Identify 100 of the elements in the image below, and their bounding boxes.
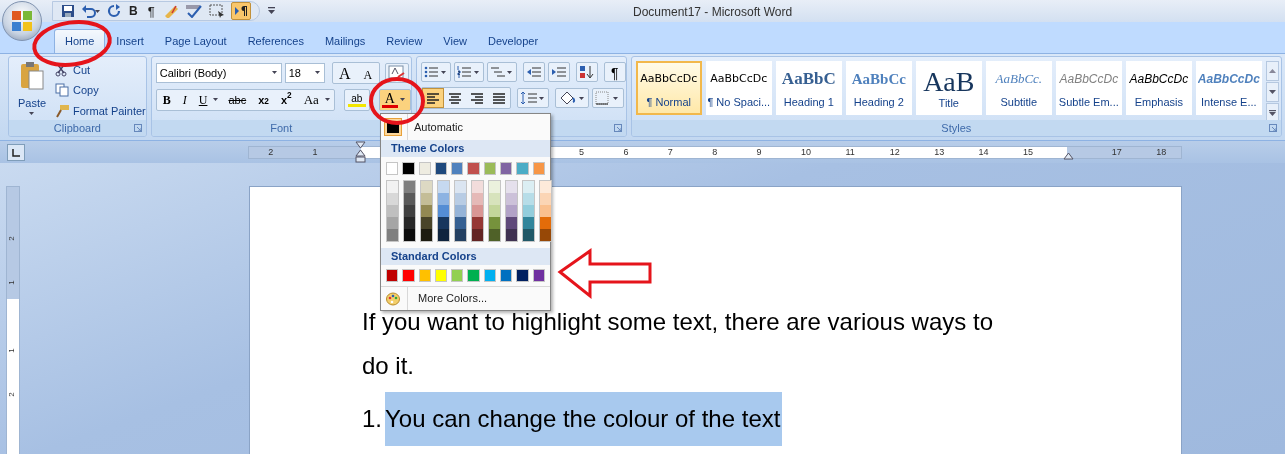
scroll-down-icon[interactable] — [1268, 90, 1276, 94]
color-swatch[interactable] — [455, 193, 466, 205]
select-icon[interactable] — [208, 4, 225, 18]
color-swatch[interactable] — [500, 162, 513, 175]
palette-icon[interactable] — [386, 291, 400, 306]
style-gallery-item[interactable]: AaBbCc Heading 2 — [845, 61, 912, 115]
color-swatch[interactable] — [506, 193, 517, 205]
paste-button[interactable]: Paste — [13, 59, 51, 120]
text-highlight-button[interactable]: ab — [343, 89, 370, 111]
right-indent-marker-icon[interactable] — [1063, 152, 1074, 160]
color-swatch[interactable] — [438, 193, 449, 205]
color-swatch[interactable] — [387, 193, 398, 205]
color-swatch[interactable] — [540, 217, 551, 229]
style-gallery-item[interactable]: AaBbCc. Subtitle — [985, 61, 1052, 115]
dialog-launcher-icon[interactable] — [1268, 124, 1277, 132]
font-size-field[interactable]: 18 — [284, 63, 325, 83]
color-swatch[interactable] — [489, 181, 500, 193]
color-swatch[interactable] — [387, 181, 398, 193]
style-gallery-item[interactable]: AaBbC Heading 1 — [775, 61, 842, 115]
paragraph-mark-button[interactable]: ¶ — [145, 4, 157, 18]
office-logo-icon[interactable] — [11, 10, 33, 32]
strikethrough-button[interactable]: abc — [222, 90, 253, 110]
color-swatch[interactable] — [421, 181, 432, 193]
color-swatch[interactable] — [455, 229, 466, 241]
more-styles-button[interactable] — [1265, 103, 1279, 120]
spell-check-icon[interactable] — [184, 4, 203, 18]
color-swatch[interactable] — [386, 162, 399, 175]
indent-marker-icon[interactable] — [355, 141, 366, 163]
dropdown-caret-icon[interactable] — [324, 98, 331, 102]
redo-icon[interactable] — [107, 4, 121, 18]
color-swatch[interactable] — [404, 229, 415, 241]
left-tab-icon[interactable] — [12, 148, 20, 157]
color-swatch[interactable] — [523, 217, 534, 229]
style-gallery-item[interactable]: AaB Title — [915, 61, 982, 115]
cut-icon[interactable] — [55, 63, 69, 78]
superscript-button[interactable]: x$^{2}$ — [274, 90, 298, 110]
color-swatch[interactable] — [506, 217, 517, 229]
color-swatch[interactable] — [523, 193, 534, 205]
ribbon-tab[interactable]: Mailings — [314, 29, 376, 53]
color-swatch[interactable] — [434, 269, 448, 282]
color-swatch[interactable] — [532, 162, 545, 175]
color-swatch[interactable] — [387, 229, 398, 241]
color-swatch[interactable] — [434, 162, 448, 175]
color-swatch[interactable] — [489, 217, 500, 229]
color-swatch[interactable] — [418, 269, 431, 282]
color-swatch[interactable] — [402, 269, 415, 282]
dialog-launcher-icon[interactable] — [613, 124, 622, 132]
format-painter-icon[interactable] — [55, 103, 69, 118]
cut-button[interactable]: Cut — [55, 61, 146, 80]
color-swatch[interactable] — [404, 193, 415, 205]
style-gallery-item[interactable]: AaBbCcDc Emphasis — [1125, 61, 1192, 115]
color-swatch[interactable] — [506, 205, 517, 217]
ribbon-tab[interactable]: Page Layout — [154, 29, 237, 53]
color-swatch[interactable] — [386, 269, 399, 282]
bold-button[interactable]: B — [156, 90, 177, 110]
undo-icon[interactable] — [81, 4, 101, 18]
color-swatch[interactable] — [472, 217, 483, 229]
copy-icon[interactable] — [55, 83, 69, 98]
clipboard-icon[interactable] — [19, 61, 45, 91]
color-swatch[interactable] — [404, 205, 415, 217]
dialog-launcher-icon[interactable] — [133, 124, 142, 132]
ribbon-tab[interactable]: Review — [376, 29, 433, 53]
color-swatch[interactable] — [500, 269, 513, 282]
color-swatch[interactable] — [523, 229, 534, 241]
color-swatch[interactable] — [404, 217, 415, 229]
color-swatch[interactable] — [421, 229, 432, 241]
color-swatch[interactable] — [489, 229, 500, 241]
color-swatch[interactable] — [421, 205, 432, 217]
font-color-button[interactable]: A — [378, 89, 411, 111]
tab-selector[interactable] — [7, 144, 25, 161]
color-swatch[interactable] — [472, 193, 483, 205]
color-swatch[interactable] — [540, 205, 551, 217]
color-swatch[interactable] — [402, 162, 415, 175]
color-swatch[interactable] — [472, 205, 483, 217]
color-swatch[interactable] — [483, 269, 497, 282]
color-swatch[interactable] — [451, 162, 464, 175]
color-swatch[interactable] — [418, 162, 431, 175]
color-swatch[interactable] — [467, 162, 480, 175]
color-swatch[interactable] — [455, 205, 466, 217]
color-swatch[interactable] — [516, 269, 529, 282]
color-swatch[interactable] — [540, 193, 551, 205]
save-icon[interactable] — [61, 4, 75, 18]
color-swatch[interactable] — [387, 217, 398, 229]
dropdown-caret-icon[interactable] — [314, 71, 321, 75]
ribbon-tab[interactable]: Developer — [478, 29, 549, 53]
dropdown-caret-icon[interactable] — [213, 98, 220, 102]
color-swatch[interactable] — [467, 269, 480, 282]
color-swatch[interactable] — [451, 269, 464, 282]
color-swatch[interactable] — [404, 181, 415, 193]
style-gallery-item[interactable]: AaBbCcDc ¶ No Spaci... — [705, 61, 772, 115]
ribbon-tab[interactable]: Home — [54, 29, 106, 53]
shrink-font-button[interactable]: A — [356, 63, 379, 83]
color-swatch[interactable] — [455, 217, 466, 229]
show-formatting-button[interactable]: ¶ — [603, 62, 626, 82]
color-swatch[interactable] — [540, 229, 551, 241]
color-swatch[interactable] — [489, 193, 500, 205]
color-swatch[interactable] — [421, 193, 432, 205]
style-gallery-item[interactable]: AaBbCcDc Subtle Em... — [1055, 61, 1122, 115]
color-swatch[interactable] — [540, 181, 551, 193]
color-swatch[interactable] — [438, 217, 449, 229]
